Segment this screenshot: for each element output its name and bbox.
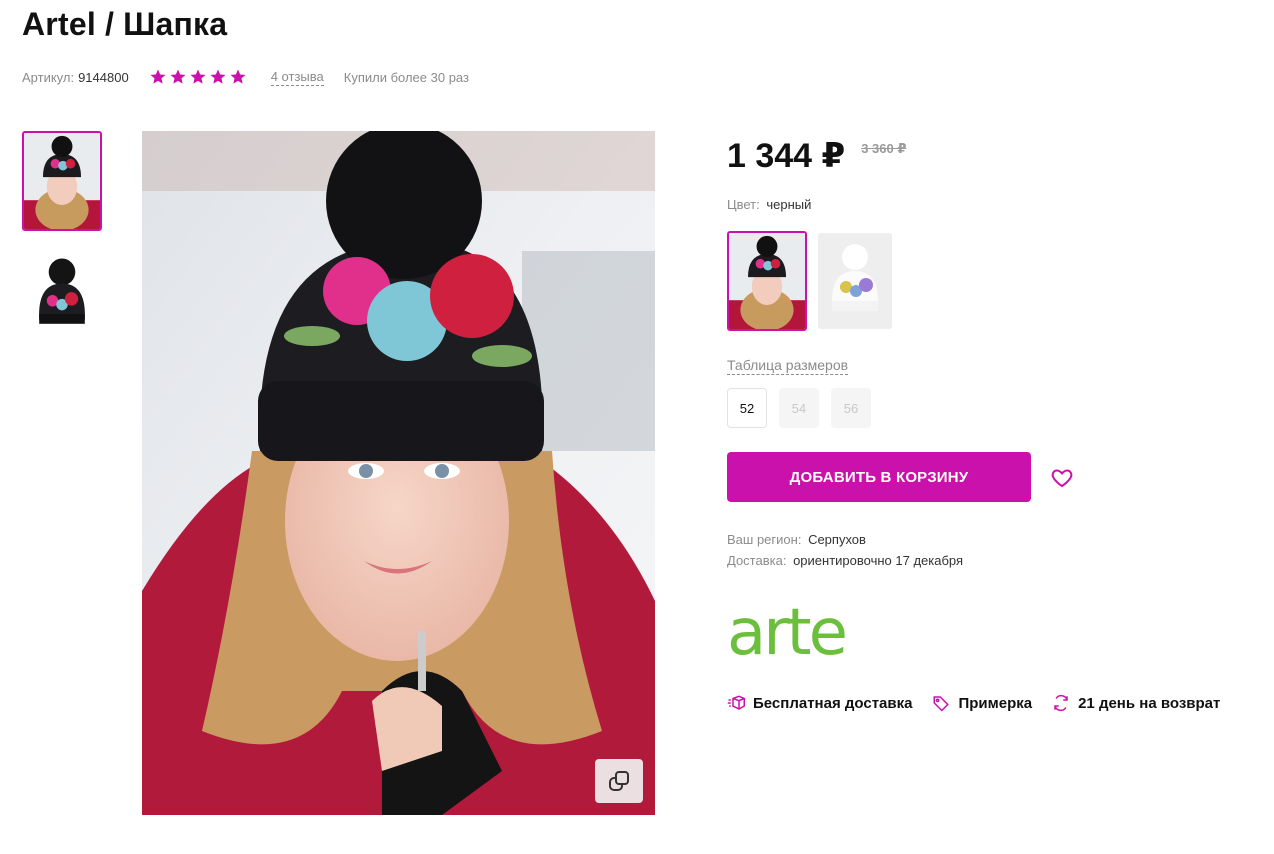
reviews-link[interactable]: 4 отзыва — [270, 69, 324, 86]
delivery-truck-icon — [727, 695, 745, 710]
delivery-label: Доставка: — [727, 553, 787, 568]
delivery-date: ориентировочно 17 декабря — [793, 553, 964, 568]
color-label: Цвет: — [727, 197, 760, 212]
star-icon — [190, 69, 206, 84]
compare-icon — [609, 771, 629, 791]
region-value[interactable]: Серпухов — [808, 532, 866, 547]
heart-icon — [1051, 469, 1073, 488]
color-value: черный — [766, 197, 812, 212]
rating-stars — [149, 68, 247, 86]
main-product-photo[interactable] — [142, 131, 655, 815]
favorite-button[interactable] — [1048, 464, 1076, 492]
feature-fitting: Примерка — [932, 694, 1032, 712]
star-icon — [230, 69, 246, 84]
size-chart-link[interactable]: Таблица размеров — [727, 357, 849, 375]
star-icon — [170, 69, 186, 84]
gallery-thumbnail-model[interactable] — [22, 131, 102, 231]
purchase-count: Купили более 30 раз — [343, 69, 469, 85]
product-features: Бесплатная доставка Примерка 21 день на … — [727, 694, 1220, 712]
region-info: Ваш регион: Серпухов — [727, 532, 866, 547]
feature-label: Примерка — [958, 694, 1033, 712]
color-swatch-white[interactable] — [818, 233, 892, 329]
brand-logo[interactable]: artel — [727, 596, 863, 670]
tag-icon — [933, 696, 950, 712]
color-swatch-black[interactable] — [727, 231, 807, 331]
size-option-54[interactable]: 54 — [779, 388, 819, 428]
region-label: Ваш регион: — [727, 532, 802, 547]
refresh-icon — [1054, 694, 1068, 712]
feature-free-delivery: Бесплатная доставка — [727, 694, 912, 712]
compare-button[interactable] — [595, 759, 643, 803]
price-block: 1 344 ₽ 3 360 ₽ — [727, 136, 906, 176]
feature-label: 21 день на возврат — [1078, 694, 1221, 712]
product-meta: Артикул: 9144800 4 отзыва Купили более 3… — [22, 68, 469, 86]
feature-label: Бесплатная доставка — [753, 694, 913, 712]
star-icon — [150, 69, 166, 84]
sku-label: Артикул: — [22, 69, 75, 85]
current-price: 1 344 ₽ — [727, 137, 846, 175]
size-option-52[interactable]: 52 — [727, 388, 767, 428]
product-title: Artel / Шапка — [22, 6, 228, 42]
old-price: 3 360 ₽ — [861, 141, 907, 156]
brand-logo-text: artel — [727, 598, 851, 662]
color-selection-label: Цвет: черный — [727, 197, 811, 212]
star-icon — [210, 69, 226, 84]
feature-return: 21 день на возврат — [1052, 694, 1220, 712]
delivery-info: Доставка: ориентировочно 17 декабря — [727, 553, 963, 568]
add-to-cart-button[interactable]: ДОБАВИТЬ В КОРЗИНУ — [727, 452, 1031, 502]
sku-value: 9144800 — [78, 69, 129, 85]
size-option-56[interactable]: 56 — [831, 388, 871, 428]
gallery-thumbnail-hat[interactable] — [22, 245, 102, 345]
